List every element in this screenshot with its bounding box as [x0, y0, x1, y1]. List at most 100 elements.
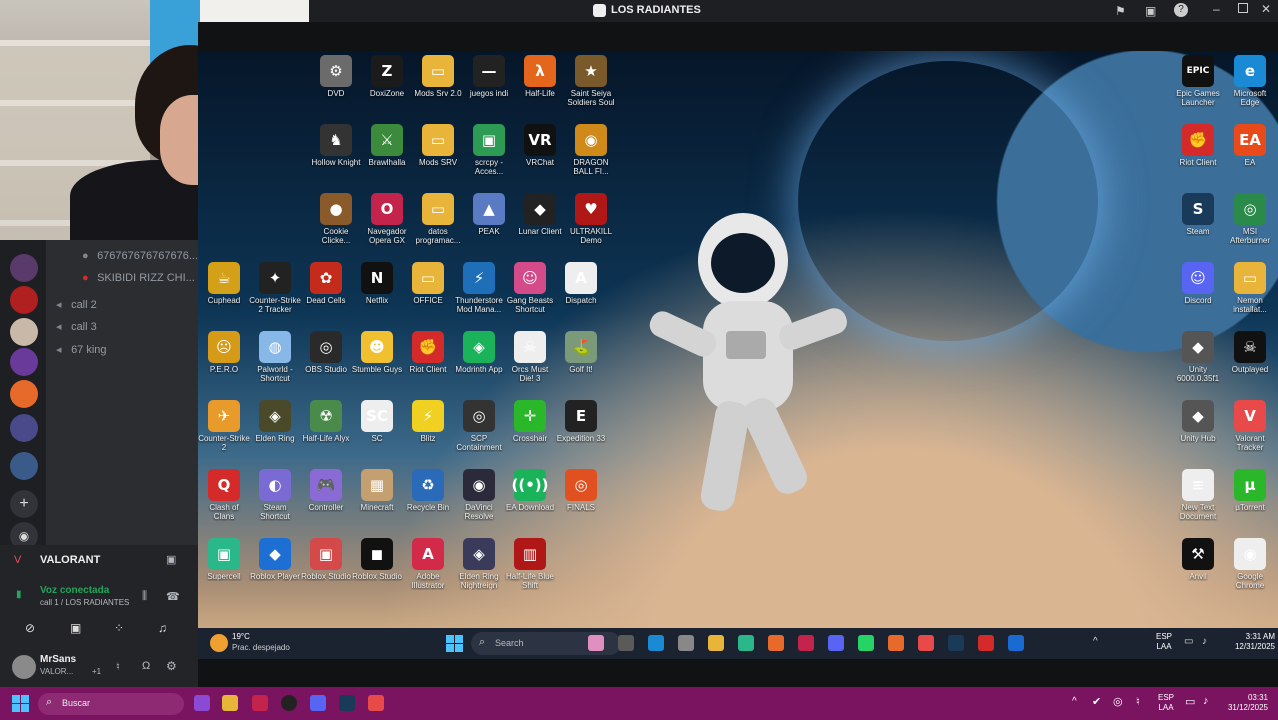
- server-icon[interactable]: [10, 348, 38, 376]
- desktop-icon[interactable]: ♥ ULTRAKILL Demo: [565, 193, 617, 245]
- minimize-icon[interactable]: –: [1213, 2, 1220, 16]
- desktop-icon[interactable]: ◐ Steam Shortcut: [249, 469, 301, 521]
- desktop-icon[interactable]: ▥ Half-Life Blue Shift: [504, 538, 556, 590]
- desktop-icon[interactable]: O Navegador Opera GX: [361, 193, 413, 245]
- valorant-icon[interactable]: [368, 695, 384, 711]
- desktop-icon[interactable]: ☻ Stumble Guys: [351, 331, 403, 374]
- tray-chevron-icon[interactable]: ^: [1072, 696, 1077, 707]
- network-icon[interactable]: ▭: [1184, 636, 1193, 647]
- desktop-icon[interactable]: ◆ Roblox Player: [249, 538, 301, 581]
- headphones-icon[interactable]: Ω: [142, 660, 150, 672]
- camera-off-icon[interactable]: ⊘: [25, 621, 35, 635]
- desktop-icon[interactable]: ▣ scrcpy - Acces...: [463, 124, 515, 176]
- desktop-icon[interactable]: ≡ New Text Document: [1172, 469, 1224, 521]
- microphone-icon[interactable]: ♮: [1136, 695, 1140, 708]
- desktop-icon[interactable]: ⚒ Anvil: [1172, 538, 1224, 581]
- desktop-icon[interactable]: ☠ Outplayed: [1224, 331, 1276, 374]
- desktop-icon[interactable]: ◆ Unity 6000.0.35f1: [1172, 331, 1224, 383]
- noise-suppression-icon[interactable]: ⫼: [142, 590, 147, 603]
- desktop-icon[interactable]: ▣ Supercell: [198, 538, 250, 581]
- server-icon[interactable]: [10, 286, 38, 314]
- desktop-icon[interactable]: ◍ Palworld - Shortcut: [249, 331, 301, 383]
- network-icon[interactable]: ▭: [1185, 695, 1195, 708]
- desktop-icon[interactable]: Q Clash of Clans: [198, 469, 250, 521]
- desktop-icon[interactable]: ✦ Counter-Strike 2 Tracker: [249, 262, 301, 314]
- desktop-icon[interactable]: ◎ OBS Studio: [300, 331, 352, 374]
- inbox-icon[interactable]: ▣: [1145, 4, 1156, 18]
- desktop-icon[interactable]: ✿ Dead Cells: [300, 262, 352, 305]
- desktop-icon[interactable]: ☕ Cuphead: [198, 262, 250, 305]
- desktop-icon[interactable]: ◈ Modrinth App: [453, 331, 505, 374]
- desktop-icon[interactable]: E Expedition 33: [555, 400, 607, 443]
- desktop-icon[interactable]: S Steam: [1172, 193, 1224, 236]
- voice-status[interactable]: Voz conectada: [40, 585, 109, 596]
- server-icon[interactable]: [10, 318, 38, 346]
- file-explorer-icon[interactable]: [222, 695, 238, 711]
- desktop-icon[interactable]: ▭ Nemon installat...: [1224, 262, 1276, 314]
- desktop-icon[interactable]: ⚡ Thunderstore Mod Mana...: [453, 262, 505, 314]
- taskbar-app-icon[interactable]: [888, 635, 904, 651]
- taskbar-app-icon[interactable]: [858, 635, 874, 651]
- desktop-icon[interactable]: ◈ Elden Ring: [249, 400, 301, 443]
- steam-icon[interactable]: [339, 695, 355, 711]
- desktop-icon[interactable]: ◆ Lunar Client: [514, 193, 566, 236]
- activities-icon[interactable]: ⁘: [114, 621, 124, 635]
- soundboard-icon[interactable]: ♫: [158, 621, 167, 635]
- desktop-icon[interactable]: ✊ Riot Client: [1172, 124, 1224, 167]
- desktop-icon[interactable]: ☺ Gang Beasts Shortcut: [504, 262, 556, 314]
- desktop-icon[interactable]: ▭ OFFICE: [402, 262, 454, 305]
- obs-icon[interactable]: [281, 695, 297, 711]
- desktop-icon[interactable]: µ µTorrent: [1224, 469, 1276, 512]
- gear-icon[interactable]: ⚙: [166, 659, 177, 673]
- server-icon[interactable]: [10, 254, 38, 282]
- voice-channel-row[interactable]: ◂ 67 king: [56, 343, 107, 356]
- desktop-icon[interactable]: V Valorant Tracker: [1224, 400, 1276, 452]
- desktop-icon[interactable]: ☠ Orcs Must Die! 3: [504, 331, 556, 383]
- desktop-icon[interactable]: ◎ SCP Containment: [453, 400, 505, 452]
- language-indicator[interactable]: ESP LAA: [1156, 632, 1172, 652]
- taskbar-app-icon[interactable]: [918, 635, 934, 651]
- windows-start-icon[interactable]: [12, 695, 29, 712]
- disconnect-icon[interactable]: ☎: [166, 590, 180, 603]
- desktop-icon[interactable]: A Adobe Illustrator: [402, 538, 454, 590]
- desktop-icon[interactable]: ♻ Recycle Bin: [402, 469, 454, 512]
- taskbar-app-icon[interactable]: [828, 635, 844, 651]
- desktop-icon[interactable]: ◉ DRAGON BALL FI...: [565, 124, 617, 176]
- desktop-icon[interactable]: ✛ Crosshair: [504, 400, 556, 443]
- desktop-icon[interactable]: VR VRChat: [514, 124, 566, 167]
- server-icon[interactable]: [10, 452, 38, 480]
- desktop-icon[interactable]: SC SC: [351, 400, 403, 443]
- desktop-icon[interactable]: ⛳ Golf It!: [555, 331, 607, 374]
- desktop-icon[interactable]: ◎ FINALS: [555, 469, 607, 512]
- server-icon[interactable]: [10, 380, 38, 408]
- flag-icon[interactable]: ⚑: [1115, 4, 1126, 18]
- desktop-icon[interactable]: ◆ Unity Hub: [1172, 400, 1224, 443]
- taskbar-app-icon[interactable]: [618, 635, 634, 651]
- desktop-icon[interactable]: N Netflix: [351, 262, 403, 305]
- tray-chevron-icon[interactable]: ^: [1093, 636, 1098, 647]
- add-server-icon[interactable]: +: [10, 490, 38, 518]
- voice-user-row[interactable]: ● SKIBIDI RIZZ CHI...: [82, 272, 195, 284]
- desktop-icon[interactable]: ☹ P.E.R.O: [198, 331, 250, 374]
- desktop-icon[interactable]: ● Cookie Clicke...: [310, 193, 362, 245]
- desktop-icon[interactable]: ✊ Riot Client: [402, 331, 454, 374]
- desktop-icon[interactable]: ★ Saint Seiya Soldiers Soul: [565, 55, 617, 107]
- desktop-icon[interactable]: ◉ DaVinci Resolve: [453, 469, 505, 521]
- user-name[interactable]: MrSans: [40, 654, 76, 665]
- desktop-icon[interactable]: — juegos indi: [463, 55, 515, 98]
- help-icon[interactable]: ?: [1174, 3, 1188, 17]
- desktop-icon[interactable]: EPIC Epic Games Launcher: [1172, 55, 1224, 107]
- search-box[interactable]: ⌕ Buscar: [38, 693, 184, 715]
- volume-icon[interactable]: ♪: [1202, 636, 1207, 647]
- desktop-icon[interactable]: ▣ Roblox Studio: [300, 538, 352, 581]
- discord-icon[interactable]: [310, 695, 326, 711]
- desktop-icon[interactable]: ((•)) EA Download: [504, 469, 556, 512]
- taskbar-app-icon[interactable]: [708, 635, 724, 651]
- activity-screen-icon[interactable]: ▣: [166, 553, 176, 566]
- voice-channel-row[interactable]: ◂ call 2: [56, 298, 97, 311]
- clock[interactable]: 3:31 AM 12/31/2025: [1225, 632, 1275, 652]
- language-indicator[interactable]: ESP LAA: [1158, 693, 1174, 713]
- maximize-icon[interactable]: [1238, 3, 1248, 13]
- opera-gx-icon[interactable]: [252, 695, 268, 711]
- tray-app-icon[interactable]: ✔: [1092, 695, 1101, 708]
